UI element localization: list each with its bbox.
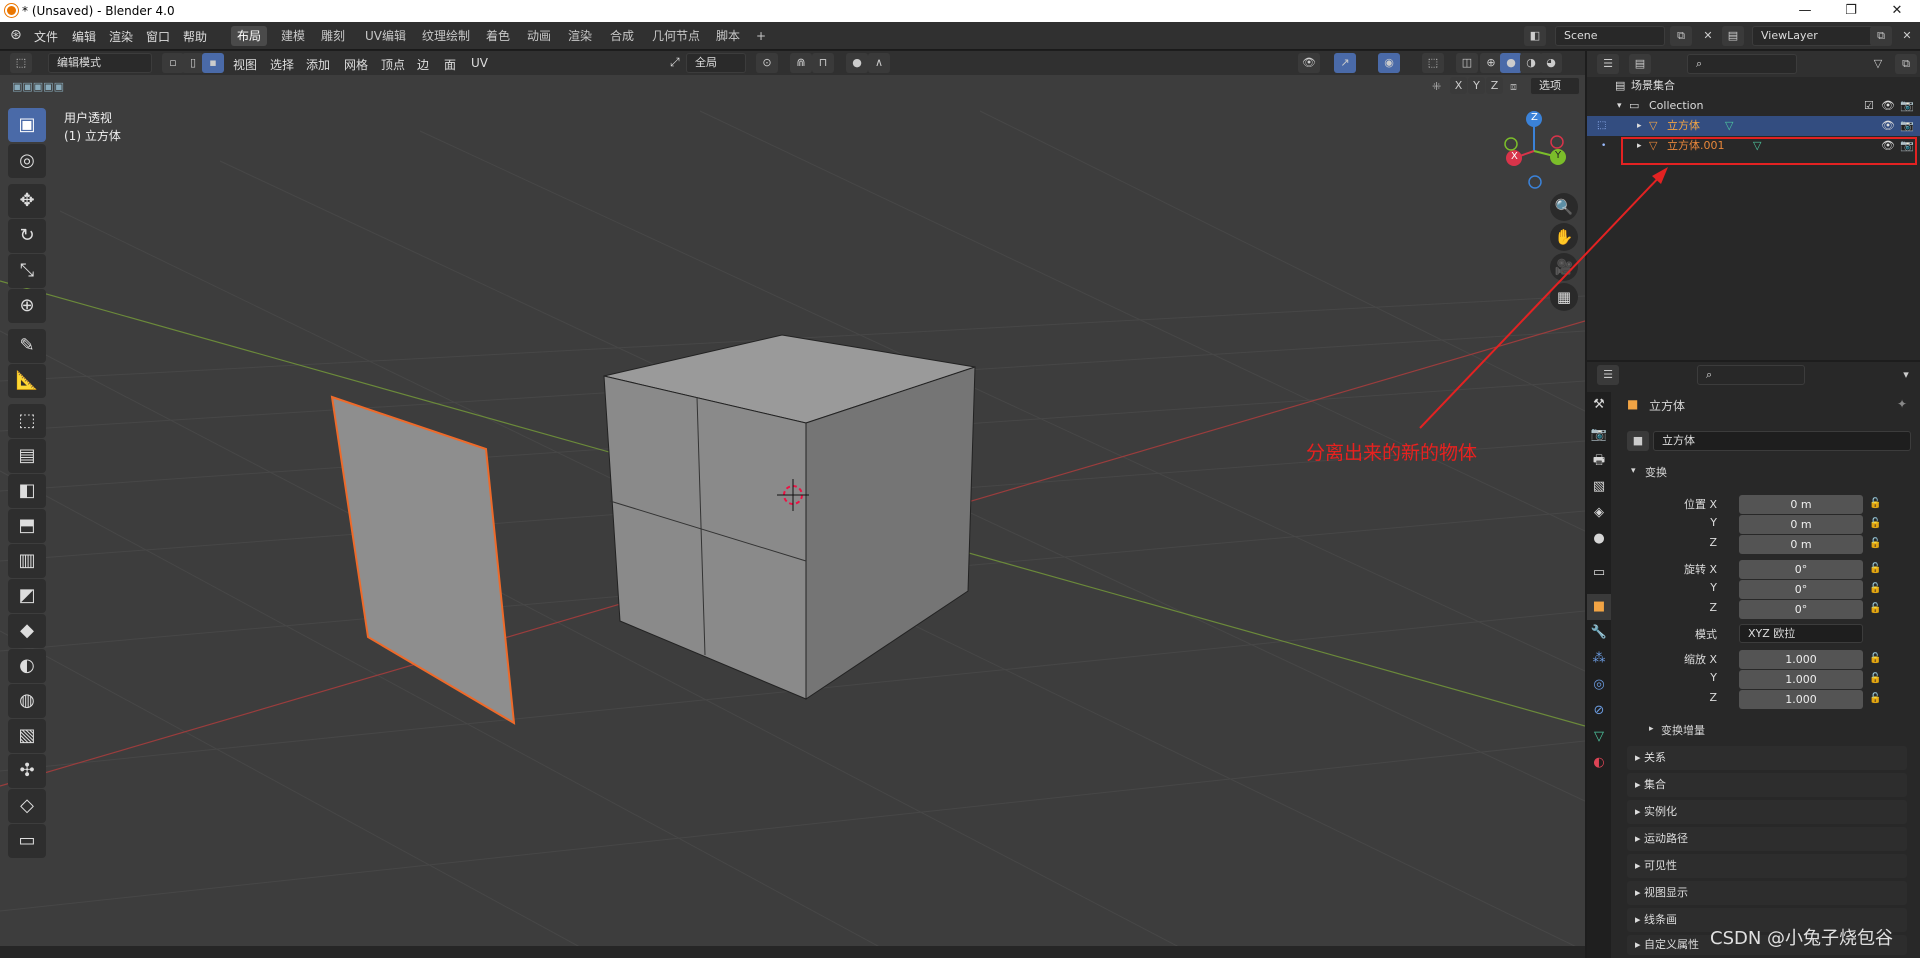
watermark: CSDN @小兔子烧包谷 [1710,928,1894,949]
annotation-text: 分离出来的新的物体 [1306,442,1478,464]
annotation-arrow [1419,167,1668,429]
